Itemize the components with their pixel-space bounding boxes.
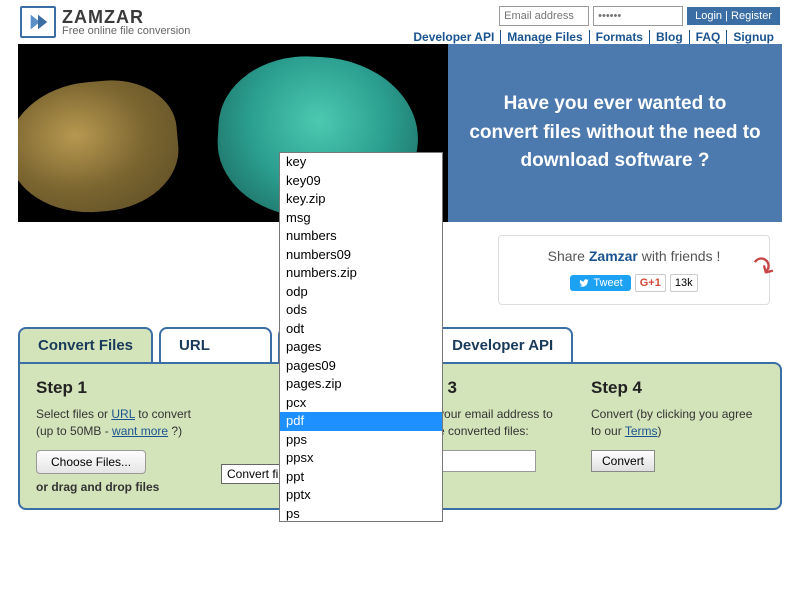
dropdown-item-key-zip[interactable]: key.zip	[280, 190, 442, 209]
dropdown-item-key[interactable]: key	[280, 153, 442, 172]
dropdown-item-key09[interactable]: key09	[280, 172, 442, 191]
dropdown-item-msg[interactable]: msg	[280, 209, 442, 228]
dropdown-item-ppt[interactable]: ppt	[280, 468, 442, 487]
nav-blog[interactable]: Blog	[650, 30, 690, 44]
dropdown-item-pages[interactable]: pages	[280, 338, 442, 357]
dropdown-item-pptx[interactable]: pptx	[280, 486, 442, 505]
step-4-text: Convert (by clicking you agree to our Te…	[591, 406, 764, 440]
dropdown-item-ppsx[interactable]: ppsx	[280, 449, 442, 468]
share-box: ↷ Share Zamzar with friends ! Tweet G+1 …	[498, 235, 770, 305]
dropdown-item-odp[interactable]: odp	[280, 283, 442, 302]
nav-developer-api[interactable]: Developer API	[407, 30, 501, 44]
logo-title: ZAMZAR	[62, 8, 190, 26]
format-dropdown: keykey09key.zipmsgnumbersnumbers09number…	[279, 152, 443, 522]
gplus-count: 13k	[670, 274, 698, 292]
login-button[interactable]: Login | Register	[687, 7, 780, 25]
dropdown-item-ps[interactable]: ps	[280, 505, 442, 522]
step-1: Step 1 Select files or URL to convert (u…	[36, 378, 209, 494]
step-4: Step 4 Convert (by clicking you agree to…	[591, 378, 764, 494]
dropdown-item-numbers[interactable]: numbers	[280, 227, 442, 246]
step-4-title: Step 4	[591, 378, 764, 398]
gplus-button[interactable]: G+1	[635, 274, 666, 292]
dropdown-item-numbers-zip[interactable]: numbers.zip	[280, 264, 442, 283]
dropdown-item-pps[interactable]: pps	[280, 431, 442, 450]
step-1-title: Step 1	[36, 378, 209, 398]
login-row: Login | Register	[499, 6, 780, 26]
dropdown-list[interactable]: keykey09key.zipmsgnumbersnumbers09number…	[280, 153, 442, 521]
choose-files-button[interactable]: Choose Files...	[36, 450, 146, 474]
chameleon-image-1	[18, 75, 183, 219]
tab-convert-files[interactable]: Convert Files	[18, 327, 153, 362]
convert-button[interactable]: Convert	[591, 450, 655, 472]
email-field[interactable]	[499, 6, 589, 26]
dropdown-item-ods[interactable]: ods	[280, 301, 442, 320]
drag-drop-text: or drag and drop files	[36, 480, 209, 494]
banner-text: Have you ever wanted to convert files wi…	[448, 44, 782, 222]
nav-links: Developer API Manage Files Formats Blog …	[407, 30, 780, 44]
dropdown-item-pdf[interactable]: pdf	[280, 412, 442, 431]
logo-subtitle: Free online file conversion	[62, 26, 190, 37]
dropdown-item-pcx[interactable]: pcx	[280, 394, 442, 413]
nav-manage-files[interactable]: Manage Files	[501, 30, 589, 44]
dropdown-item-odt[interactable]: odt	[280, 320, 442, 339]
step-1-text: Select files or URL to convert (up to 50…	[36, 406, 209, 440]
dropdown-item-pages09[interactable]: pages09	[280, 357, 442, 376]
nav-signup[interactable]: Signup	[727, 30, 780, 44]
tab-developer-api[interactable]: Developer API	[432, 327, 573, 362]
share-title: Share Zamzar with friends !	[511, 248, 757, 264]
nav-formats[interactable]: Formats	[590, 30, 650, 44]
tweet-button[interactable]: Tweet	[570, 275, 630, 291]
want-more-link[interactable]: want more	[112, 424, 168, 438]
logo-icon	[20, 6, 56, 38]
terms-link[interactable]: Terms	[625, 424, 658, 438]
url-link[interactable]: URL	[111, 407, 135, 421]
dropdown-item-pages-zip[interactable]: pages.zip	[280, 375, 442, 394]
nav-faq[interactable]: FAQ	[690, 30, 728, 44]
dropdown-item-numbers09[interactable]: numbers09	[280, 246, 442, 265]
password-field[interactable]	[593, 6, 683, 26]
header: ZAMZAR Free online file conversion Login…	[0, 0, 800, 42]
tab-url[interactable]: URL	[159, 327, 272, 362]
logo[interactable]: ZAMZAR Free online file conversion	[20, 6, 190, 38]
